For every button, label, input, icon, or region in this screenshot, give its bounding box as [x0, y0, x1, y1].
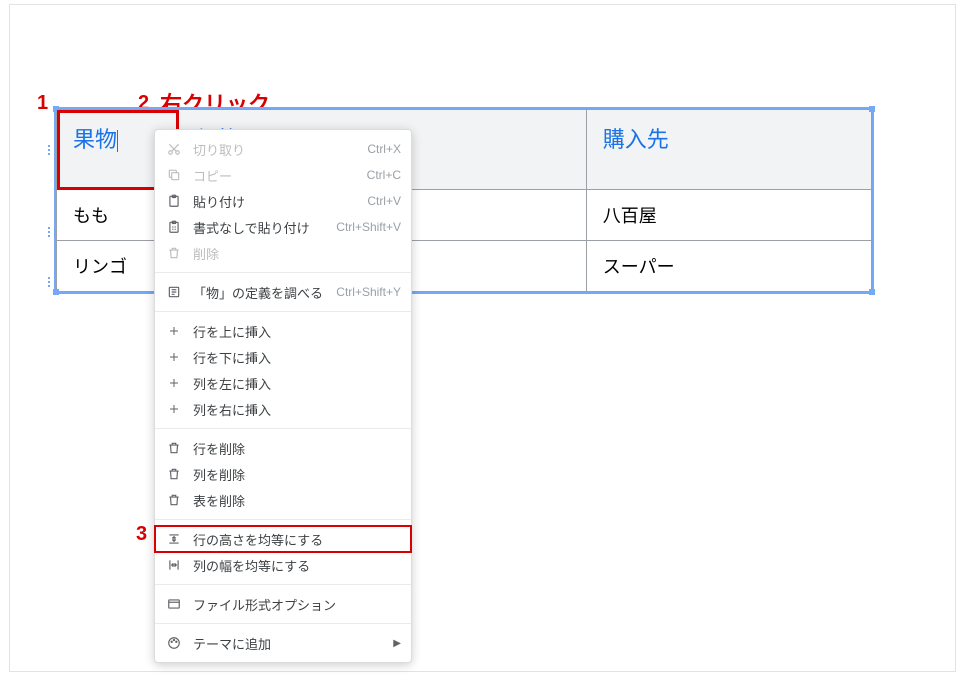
paste-icon: [165, 192, 183, 210]
cell-store[interactable]: 八百屋: [586, 190, 871, 241]
menu-file-format-options[interactable]: ファイル形式オプション: [155, 591, 411, 617]
annotation-1: 1: [37, 92, 48, 115]
cut-icon: [165, 140, 183, 158]
menu-define[interactable]: 「物」の定義を調べる Ctrl+Shift+Y: [155, 279, 411, 305]
menu-insert-col-right[interactable]: 列を右に挿入: [155, 396, 411, 422]
menu-delete-table[interactable]: 表を削除: [155, 487, 411, 513]
menu-insert-row-above[interactable]: 行を上に挿入: [155, 318, 411, 344]
dictionary-icon: [165, 283, 183, 301]
header-cell-store[interactable]: 購入先: [586, 110, 871, 190]
trash-icon: [165, 439, 183, 457]
distribute-rows-icon: [165, 530, 183, 548]
menu-paste[interactable]: 貼り付け Ctrl+V: [155, 188, 411, 214]
menu-delete-row[interactable]: 行を削除: [155, 435, 411, 461]
trash-icon: [165, 465, 183, 483]
annotation-3: 3: [136, 523, 147, 546]
menu-paste-noformat[interactable]: 書式なしで貼り付け Ctrl+Shift+V: [155, 214, 411, 240]
palette-icon: [165, 634, 183, 652]
menu-copy: コピー Ctrl+C: [155, 162, 411, 188]
menu-insert-col-left[interactable]: 列を左に挿入: [155, 370, 411, 396]
menu-delete: 削除: [155, 240, 411, 266]
menu-cut: 切り取り Ctrl+X: [155, 136, 411, 162]
plus-icon: [165, 400, 183, 418]
distribute-cols-icon: [165, 556, 183, 574]
submenu-arrow-icon: ▶: [385, 638, 401, 649]
trash-icon: [165, 244, 183, 262]
menu-insert-row-below[interactable]: 行を下に挿入: [155, 344, 411, 370]
trash-icon: [165, 491, 183, 509]
plus-icon: [165, 374, 183, 392]
context-menu: 切り取り Ctrl+X コピー Ctrl+C 貼り付け Ctrl+V 書式なしで…: [154, 129, 412, 663]
cell-store[interactable]: スーパー: [586, 241, 871, 292]
copy-icon: [165, 166, 183, 184]
text-cursor: [117, 130, 118, 152]
options-icon: [165, 595, 183, 613]
menu-delete-col[interactable]: 列を削除: [155, 461, 411, 487]
plus-icon: [165, 348, 183, 366]
menu-add-to-theme[interactable]: テーマに追加 ▶: [155, 630, 411, 656]
paste-noformat-icon: [165, 218, 183, 236]
plus-icon: [165, 322, 183, 340]
menu-distribute-cols[interactable]: 列の幅を均等にする: [155, 552, 411, 578]
menu-distribute-rows[interactable]: 行の高さを均等にする: [155, 526, 411, 552]
